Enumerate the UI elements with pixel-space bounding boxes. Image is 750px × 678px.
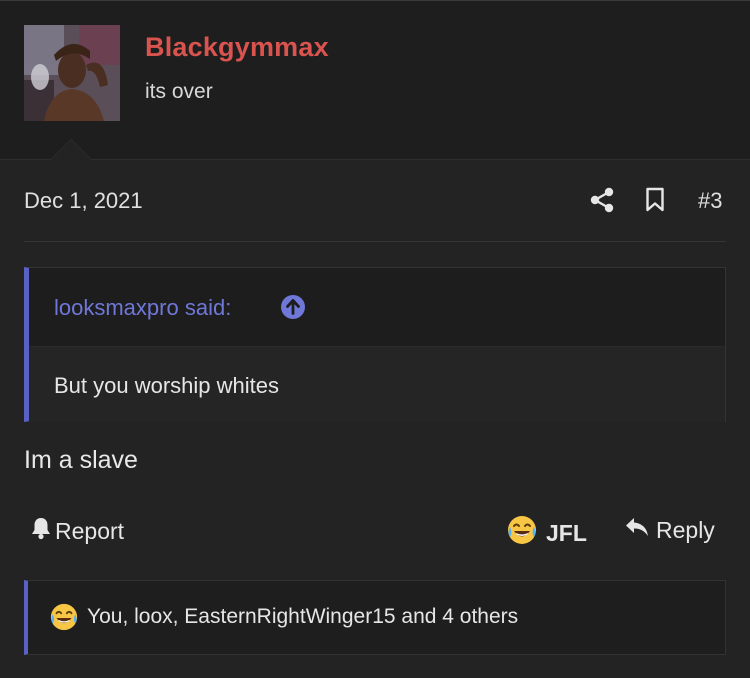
share-icon[interactable] — [590, 187, 614, 218]
avatar[interactable] — [24, 25, 120, 121]
reactions-summary[interactable]: You, loox, EasternRightWinger15 and 4 ot… — [87, 605, 518, 629]
username[interactable]: Blackgymmax — [145, 32, 329, 63]
post-date[interactable]: Dec 1, 2021 — [24, 188, 143, 214]
quote-body: But you worship whites — [29, 347, 725, 422]
laughing-crying-emoji-icon — [506, 514, 538, 552]
reply-label: Reply — [656, 516, 715, 543]
user-header: Blackgymmax its over — [0, 0, 750, 160]
bookmark-icon[interactable] — [645, 187, 665, 218]
jfl-label: JFL — [546, 519, 587, 546]
quote-author[interactable]: looksmaxpro said: — [54, 295, 231, 321]
quote-text: But you worship whites — [54, 373, 279, 398]
quote-block: looksmaxpro said: But you worship whites — [24, 267, 726, 422]
jfl-reaction-button[interactable]: JFL — [506, 514, 587, 552]
report-label: Report — [55, 517, 125, 544]
divider — [24, 241, 726, 242]
forum-post: Blackgymmax its over Dec 1, 2021 #3 look… — [0, 0, 750, 678]
post-number[interactable]: #3 — [698, 188, 722, 214]
user-title: its over — [145, 80, 213, 103]
quote-header: looksmaxpro said: — [29, 268, 725, 347]
reply-arrow-icon — [624, 516, 650, 544]
reply-button[interactable]: Reply — [624, 516, 715, 544]
report-button[interactable]: Report — [30, 516, 124, 546]
laughing-crying-emoji-icon — [49, 602, 79, 637]
arrow-up-circle-icon[interactable] — [280, 294, 306, 320]
header-pointer — [50, 140, 92, 161]
reactions-bar[interactable]: You, loox, EasternRightWinger15 and 4 ot… — [24, 580, 726, 655]
message-text: Im a slave — [24, 446, 138, 474]
bell-icon — [30, 516, 52, 546]
